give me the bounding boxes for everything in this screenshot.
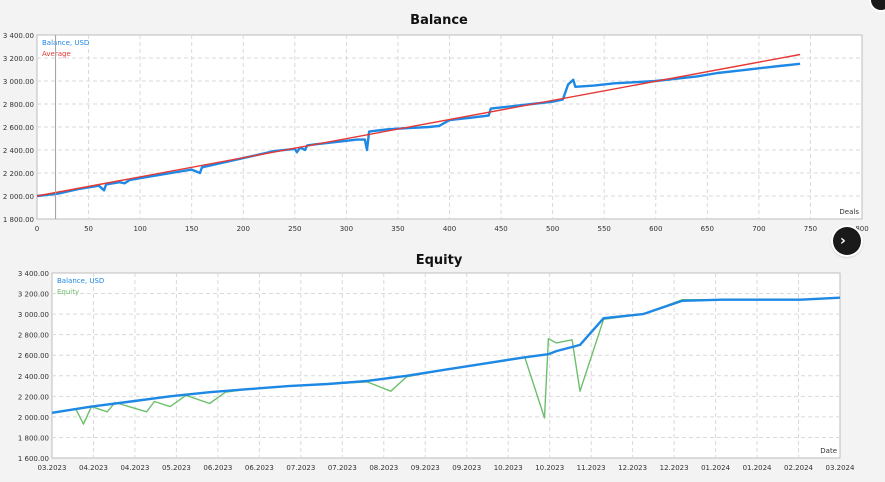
x-axis-label: Date [820, 447, 837, 455]
y-tick-label: 3 200.00 [3, 55, 34, 63]
legend-entry: Equity [57, 288, 79, 296]
x-tick-label: 550 [598, 225, 611, 233]
x-tick-label: 05.2023 [162, 464, 191, 472]
x-tick-label: 09.2023 [411, 464, 440, 472]
x-tick-label: 300 [340, 225, 353, 233]
x-tick-label: 400 [443, 225, 456, 233]
x-tick-label: 50 [84, 225, 93, 233]
x-tick-label: 07.2023 [328, 464, 357, 472]
y-tick-label: 3 200.00 [18, 291, 49, 299]
x-tick-label: 200 [237, 225, 250, 233]
x-tick-label: 150 [185, 225, 198, 233]
balance-chart-panel: Balance 3 400.00 3 200.00 3 000.00 2 800.00… [0, 0, 885, 245]
x-tick-label: 100 [133, 225, 146, 233]
x-tick-label: 11.2023 [577, 464, 606, 472]
x-tick-label: 12.2023 [660, 464, 689, 472]
y-tick-label: 2 400.00 [18, 373, 49, 381]
legend-entry: Average [42, 50, 71, 58]
next-chart-button[interactable]: › [833, 227, 861, 255]
x-tick-label: 08.2023 [369, 464, 398, 472]
y-tick-label: 2 200.00 [18, 393, 49, 401]
x-tick-label: 500 [546, 225, 559, 233]
y-tick-label: 1 800.00 [18, 434, 49, 442]
y-tick-label: 2 800.00 [3, 101, 34, 109]
x-tick-label: 04.2023 [120, 464, 149, 472]
y-tick-label: 2 000.00 [18, 414, 49, 422]
x-tick-label: 06.2023 [245, 464, 274, 472]
y-tick-label: 1 800.00 [3, 216, 34, 224]
y-tick-label: 2 400.00 [3, 147, 34, 155]
y-tick-label: 3 400.00 [3, 32, 34, 40]
x-tick-label: 650 [701, 225, 714, 233]
x-tick-label: 450 [494, 225, 507, 233]
y-tick-label: 3 000.00 [18, 311, 49, 319]
x-tick-label: 750 [804, 225, 817, 233]
y-tick-label: 1 600.00 [18, 455, 49, 463]
x-tick-label: 01.2024 [743, 464, 772, 472]
equity-chart: 3 400.00 3 200.00 3 000.00 2 800.00 2 600.00… [18, 270, 855, 472]
chevron-right-icon: › [840, 233, 846, 249]
x-tick-label: 350 [391, 225, 404, 233]
y-tick-label: 3 000.00 [3, 78, 34, 86]
x-tick-label: 01.2024 [701, 464, 730, 472]
equity-chart-panel: Equity 3 400.00 3 200.00 3 000.00 2 800.00 2… [0, 245, 885, 482]
y-tick-label: 2 800.00 [18, 332, 49, 340]
y-tick-label: 2 600.00 [18, 352, 49, 360]
x-tick-label: 10.2023 [494, 464, 523, 472]
y-tick-label: 2 600.00 [3, 124, 34, 132]
x-axis-label: Deals [839, 208, 859, 216]
x-tick-label: 04.2023 [79, 464, 108, 472]
x-tick-label: 0 [35, 225, 39, 233]
x-tick-label: 03.2024 [826, 464, 855, 472]
x-tick-label: 250 [288, 225, 301, 233]
balance-chart: 3 400.00 3 200.00 3 000.00 2 800.00 2 600.00… [3, 32, 869, 233]
y-tick-label: 2 000.00 [3, 193, 34, 201]
x-tick-label: 600 [649, 225, 662, 233]
y-tick-label: 2 200.00 [3, 170, 34, 178]
x-tick-label: 12.2023 [618, 464, 647, 472]
x-tick-label: 02.2024 [784, 464, 813, 472]
x-tick-label: 07.2023 [286, 464, 315, 472]
x-tick-label: 09.2023 [452, 464, 481, 472]
x-tick-label: 03.2023 [38, 464, 67, 472]
x-tick-label: 10.2023 [535, 464, 564, 472]
legend-entry: Balance, USD [42, 39, 89, 47]
x-tick-label: 700 [752, 225, 765, 233]
y-tick-label: 3 400.00 [18, 270, 49, 278]
legend-entry: Balance, USD [57, 277, 104, 285]
x-tick-label: 06.2023 [203, 464, 232, 472]
